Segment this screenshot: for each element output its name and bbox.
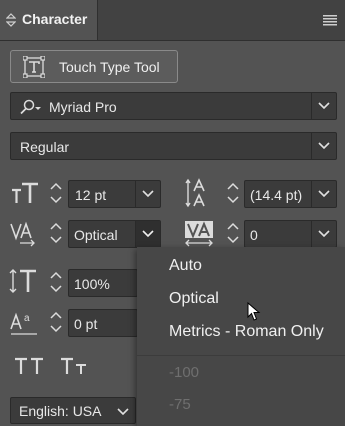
kerning-stepper[interactable] (47, 220, 65, 248)
tracking-value: 0 (250, 227, 258, 243)
leading-dropdown-button[interactable] (311, 181, 336, 207)
menu-item-metrics-roman-only[interactable]: Metrics - Roman Only (169, 323, 324, 341)
baseline-shift-icon: a (10, 312, 37, 335)
baseline-shift-stepper[interactable] (47, 309, 65, 337)
step-up-icon[interactable] (50, 311, 62, 319)
touch-type-tool-button[interactable]: Touch Type Tool (10, 50, 178, 83)
font-size-dropdown-button[interactable] (135, 181, 160, 207)
svg-text:a: a (24, 313, 30, 324)
tracking-dropdown-button[interactable] (311, 221, 336, 247)
hamburger-menu-icon[interactable] (323, 14, 337, 26)
font-size-stepper[interactable] (47, 180, 65, 208)
step-down-icon[interactable] (227, 236, 239, 244)
collapse-chevron-icon[interactable] (6, 13, 16, 27)
chevron-down-icon (318, 230, 330, 238)
kerning-value: Optical (74, 227, 118, 243)
font-family-value: Myriad Pro (49, 99, 117, 115)
kerning-icon (10, 221, 35, 247)
touch-type-icon (23, 56, 45, 78)
font-size-value: 12 pt (75, 187, 107, 203)
panel-title: Character (22, 11, 88, 27)
vertical-scale-stepper[interactable] (47, 269, 65, 297)
kerning-field[interactable]: Optical (68, 220, 161, 248)
kerning-dropdown-button[interactable] (135, 221, 160, 247)
menu-divider (137, 355, 345, 356)
vertical-scale-field[interactable]: 100% (68, 269, 138, 297)
chevron-down-icon[interactable] (117, 407, 129, 417)
font-style-dropdown-button[interactable] (311, 133, 336, 159)
font-family-dropdown-button[interactable] (311, 93, 336, 119)
tab-character[interactable]: Character (0, 0, 98, 40)
step-down-icon[interactable] (50, 196, 62, 204)
leading-value: (14.4 pt) (250, 187, 303, 203)
mouse-pointer-icon (247, 302, 261, 321)
font-family-field[interactable]: Myriad Pro (10, 92, 337, 120)
all-caps-icon[interactable] (14, 356, 46, 376)
font-style-field[interactable]: Regular (10, 132, 337, 160)
step-up-icon[interactable] (50, 222, 62, 230)
kerning-dropdown-menu: Auto Optical Metrics - Roman Only -100 -… (137, 247, 345, 426)
step-up-icon[interactable] (227, 222, 239, 230)
leading-stepper[interactable] (224, 180, 242, 208)
font-size-field[interactable]: 12 pt (68, 180, 161, 208)
font-style-value: Regular (20, 139, 70, 155)
font-search-icon[interactable] (18, 99, 44, 115)
baseline-shift-value: 0 pt (74, 316, 98, 332)
font-size-icon (12, 182, 38, 203)
menu-item-auto[interactable]: Auto (169, 257, 202, 275)
menu-item-minus-75: -75 (169, 396, 191, 413)
small-caps-icon[interactable] (60, 356, 90, 376)
panel-header: Character (0, 0, 345, 41)
step-down-icon[interactable] (50, 285, 62, 293)
menu-item-optical[interactable]: Optical (169, 290, 219, 308)
baseline-shift-field[interactable]: 0 pt (68, 309, 138, 337)
chevron-down-icon (318, 142, 330, 150)
tracking-icon (185, 221, 213, 247)
tracking-stepper[interactable] (224, 220, 242, 248)
language-value: English: USA (19, 403, 102, 419)
leading-icon (185, 178, 205, 208)
step-down-icon[interactable] (227, 196, 239, 204)
step-down-icon[interactable] (50, 236, 62, 244)
leading-field[interactable]: (14.4 pt) (244, 180, 337, 208)
language-field[interactable]: English: USA (10, 397, 136, 424)
step-up-icon[interactable] (50, 182, 62, 190)
tracking-field[interactable]: 0 (244, 220, 337, 248)
step-up-icon[interactable] (50, 271, 62, 279)
character-panel: Character Touch Type Tool Myriad Pro Reg… (0, 0, 345, 426)
chevron-down-icon (318, 190, 330, 198)
vertical-scale-icon (9, 269, 36, 293)
menu-item-minus-100: -100 (169, 364, 200, 381)
chevron-down-icon (142, 190, 154, 198)
touch-type-tool-label: Touch Type Tool (59, 59, 160, 75)
chevron-down-icon (142, 230, 154, 238)
step-up-icon[interactable] (227, 182, 239, 190)
vertical-scale-value: 100% (74, 276, 110, 292)
step-down-icon[interactable] (50, 325, 62, 333)
chevron-down-icon (318, 102, 330, 110)
